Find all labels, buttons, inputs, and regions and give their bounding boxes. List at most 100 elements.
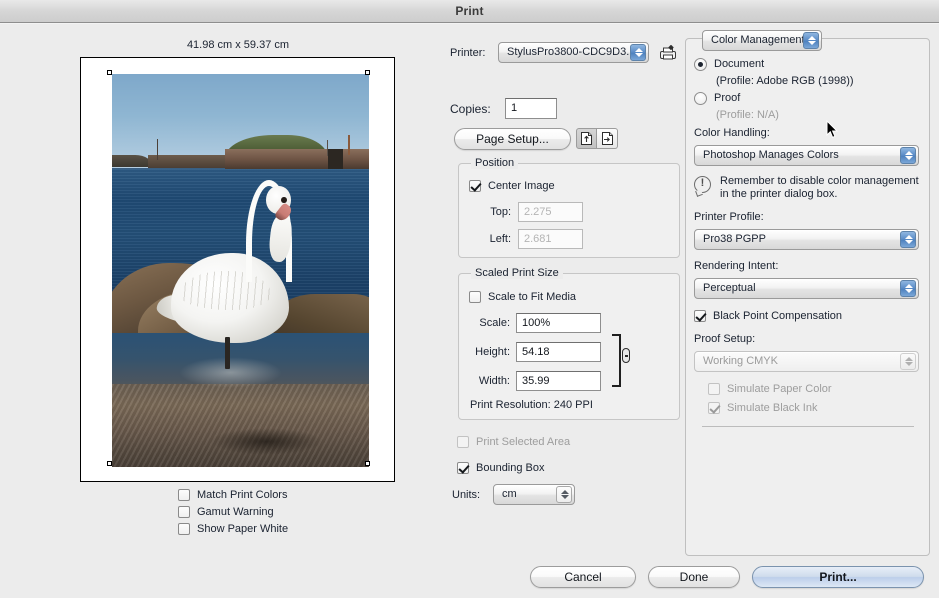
photo-swan-reflection	[178, 356, 282, 389]
proof-setup-chevron-updown-icon[interactable]	[900, 353, 916, 370]
units-label: Units:	[452, 488, 481, 501]
color-handling-select[interactable]: Photoshop Manages Colors	[694, 145, 919, 166]
print-preview-paper[interactable]	[80, 57, 395, 482]
center-image-checkbox[interactable]	[469, 180, 481, 192]
photo-pier	[225, 149, 369, 170]
color-management-warning: Remember to disable color management in …	[694, 175, 922, 201]
bounding-box-handle-top-right[interactable]	[365, 70, 370, 75]
document-label: Document	[714, 58, 765, 70]
print-selected-area-row[interactable]: Print Selected Area	[457, 434, 570, 450]
color-handling-value: Photoshop Manages Colors	[703, 149, 839, 161]
window-title: Print	[0, 0, 939, 23]
rendering-intent-label: Rendering Intent:	[694, 260, 779, 272]
photo-post-right	[348, 134, 350, 155]
simulate-black-ink-checkbox[interactable]	[708, 402, 720, 414]
warning-icon	[694, 176, 711, 193]
center-image-row[interactable]: Center Image	[469, 178, 555, 194]
proof-setup-select[interactable]: Working CMYK	[694, 351, 919, 372]
document-radio-row[interactable]: Document	[694, 56, 922, 72]
printer-settings-icon[interactable]	[658, 43, 679, 62]
document-radio[interactable]	[694, 57, 707, 71]
copies-row: Copies: 1	[450, 98, 557, 119]
match-print-colors-label: Match Print Colors	[197, 489, 288, 501]
left-field-row: Left: 2.681	[478, 229, 583, 249]
color-handling-chevron-updown-icon[interactable]	[900, 147, 916, 164]
width-label: Width:	[478, 375, 510, 387]
simulate-paper-color-checkbox[interactable]	[708, 383, 720, 395]
bounding-box-handle-bottom-right[interactable]	[365, 461, 370, 466]
match-print-colors-checkbox[interactable]	[178, 489, 190, 501]
page-portrait-icon[interactable]	[576, 128, 597, 149]
gamut-warning-checkbox[interactable]	[178, 506, 190, 518]
printer-icon-svg	[660, 45, 676, 60]
photo-artwork	[112, 74, 369, 467]
copies-input[interactable]: 1	[505, 98, 557, 119]
print-selected-area-checkbox[interactable]	[457, 436, 469, 448]
printer-select[interactable]: StylusPro3800-CDC9D3...	[498, 42, 649, 63]
proof-radio-row[interactable]: Proof	[694, 90, 922, 106]
color-management-content: Document (Profile: Adobe RGB (1998)) Pro…	[694, 56, 922, 427]
width-field-row: Width: 35.99	[470, 371, 601, 391]
height-input[interactable]: 54.18	[516, 342, 601, 362]
simulate-black-ink-label: Simulate Black Ink	[727, 402, 818, 414]
rendering-intent-chevron-updown-icon[interactable]	[900, 280, 916, 297]
bounding-box-checkbox[interactable]	[457, 462, 469, 474]
scale-to-fit-row[interactable]: Scale to Fit Media	[469, 289, 576, 305]
done-button[interactable]: Done	[648, 566, 740, 588]
printer-select-value: StylusPro3800-CDC9D3...	[507, 46, 636, 58]
chain-link-icon[interactable]	[622, 348, 630, 363]
bounding-box-row[interactable]: Bounding Box	[457, 460, 545, 476]
print-dialog: Print 41.98 cm x 59.37 cm Match Print Co…	[0, 0, 939, 598]
checkbox-row-match-print-colors[interactable]: Match Print Colors	[178, 487, 288, 503]
bounding-box-handle-top-left[interactable]	[107, 70, 112, 75]
black-point-compensation-row[interactable]: Black Point Compensation	[694, 308, 922, 324]
scale-to-fit-media-checkbox[interactable]	[469, 291, 481, 303]
scale-to-fit-media-label: Scale to Fit Media	[488, 291, 577, 303]
photo-post-left	[156, 138, 158, 161]
width-input[interactable]: 35.99	[516, 371, 601, 391]
orientation-button-group	[576, 128, 618, 149]
position-group-title: Position	[471, 157, 519, 169]
units-select[interactable]: cm	[493, 484, 575, 505]
rendering-intent-select[interactable]: Perceptual	[694, 278, 919, 299]
printer-profile-value: Pro38 PGPP	[703, 233, 766, 245]
printer-profile-select[interactable]: Pro38 PGPP	[694, 229, 919, 250]
simulate-black-ink-row[interactable]: Simulate Black Ink	[708, 400, 922, 416]
scale-label: Scale:	[479, 317, 510, 329]
black-point-compensation-checkbox[interactable]	[694, 310, 706, 322]
panel-chevron-updown-icon[interactable]	[803, 32, 819, 49]
printer-profile-chevron-updown-icon[interactable]	[900, 231, 916, 248]
scale-input[interactable]: 100%	[516, 313, 601, 333]
gamut-warning-label: Gamut Warning	[197, 506, 274, 518]
proof-profile-text: (Profile: N/A)	[716, 109, 779, 121]
checkbox-row-show-paper-white[interactable]: Show Paper White	[178, 521, 288, 537]
warning-line-2: in the printer dialog box.	[720, 188, 838, 200]
top-label: Top:	[490, 206, 511, 218]
proof-setup-label: Proof Setup:	[694, 333, 756, 345]
color-handling-label: Color Handling:	[694, 127, 770, 139]
print-button[interactable]: Print...	[752, 566, 924, 588]
show-paper-white-checkbox[interactable]	[178, 523, 190, 535]
panel-section-value: Color Management	[711, 34, 805, 46]
simulate-paper-color-label: Simulate Paper Color	[727, 383, 832, 395]
page-landscape-icon[interactable]	[597, 128, 618, 149]
checkbox-row-gamut-warning[interactable]: Gamut Warning	[178, 504, 288, 520]
height-field-row: Height: 54.18	[470, 342, 601, 362]
simulate-paper-color-row[interactable]: Simulate Paper Color	[708, 381, 922, 397]
units-chevron-updown-icon[interactable]	[556, 486, 572, 503]
top-field-row: Top: 2.275	[478, 202, 583, 222]
proof-radio[interactable]	[694, 91, 707, 105]
top-input[interactable]: 2.275	[518, 202, 583, 222]
cancel-button[interactable]: Cancel	[530, 566, 636, 588]
preview-photo[interactable]	[112, 74, 369, 467]
bounding-box-handle-bottom-left[interactable]	[107, 461, 112, 466]
color-management-divider	[702, 426, 914, 427]
panel-section-select[interactable]: Color Management	[702, 30, 822, 51]
page-setup-button[interactable]: Page Setup...	[454, 128, 571, 150]
printer-row: Printer: StylusPro3800-CDC9D3...	[450, 42, 649, 63]
black-point-compensation-label: Black Point Compensation	[713, 310, 843, 322]
left-input[interactable]: 2.681	[518, 229, 583, 249]
chevron-updown-icon[interactable]	[630, 44, 646, 61]
photo-shore-shadow	[209, 427, 323, 456]
photo-far-pier	[147, 154, 236, 168]
